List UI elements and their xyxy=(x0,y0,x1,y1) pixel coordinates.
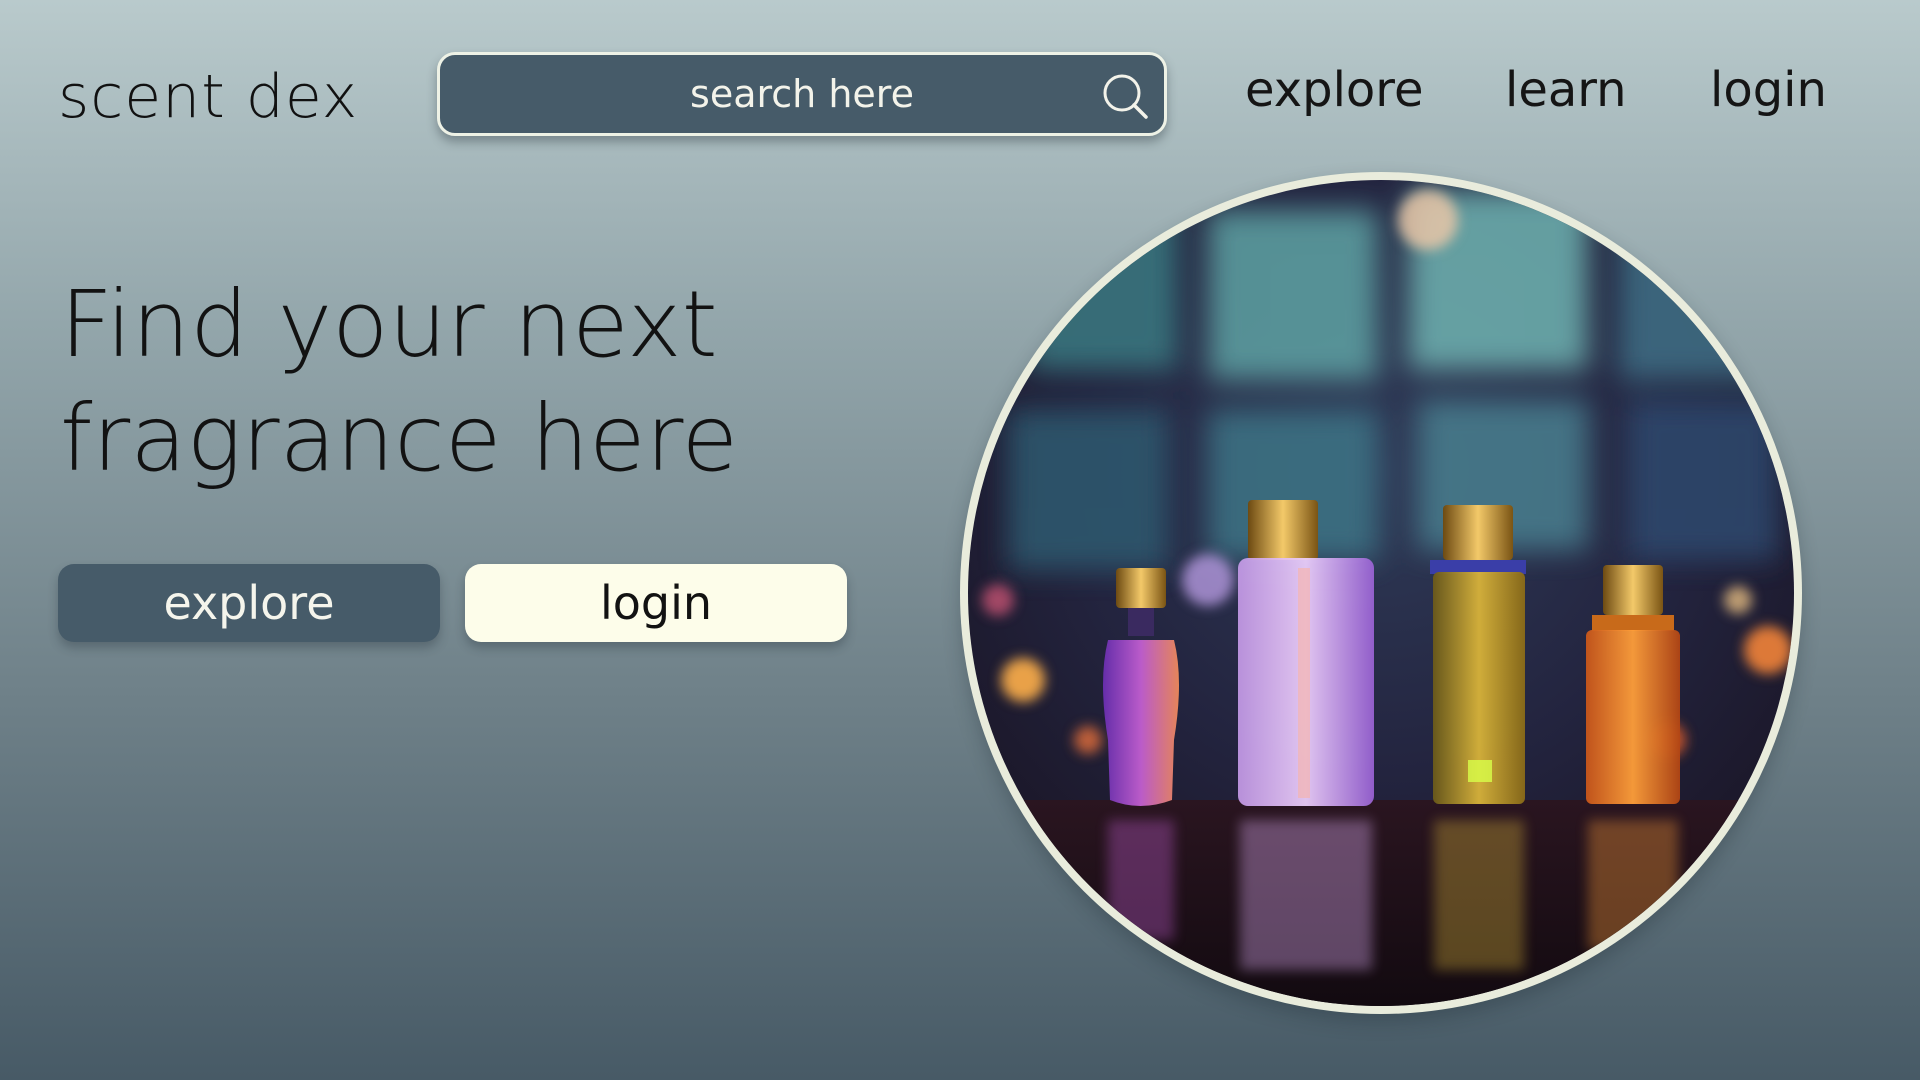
hero-headline: Find your next fragrance here xyxy=(60,268,900,496)
nav-explore[interactable]: explore xyxy=(1245,62,1423,118)
hero-image-frame xyxy=(960,172,1802,1014)
login-button[interactable]: login xyxy=(465,564,847,642)
site-logo[interactable]: scent dex xyxy=(58,62,358,132)
headline-line-2: fragrance here xyxy=(60,385,739,492)
search-bar[interactable] xyxy=(437,52,1167,136)
search-input[interactable] xyxy=(502,72,1102,116)
search-icon[interactable] xyxy=(1098,69,1154,125)
nav-login[interactable]: login xyxy=(1710,62,1827,118)
perfume-bottles-image xyxy=(968,180,1794,1006)
nav-learn[interactable]: learn xyxy=(1505,62,1627,118)
explore-button[interactable]: explore xyxy=(58,564,440,642)
headline-line-1: Find your next xyxy=(60,271,718,378)
